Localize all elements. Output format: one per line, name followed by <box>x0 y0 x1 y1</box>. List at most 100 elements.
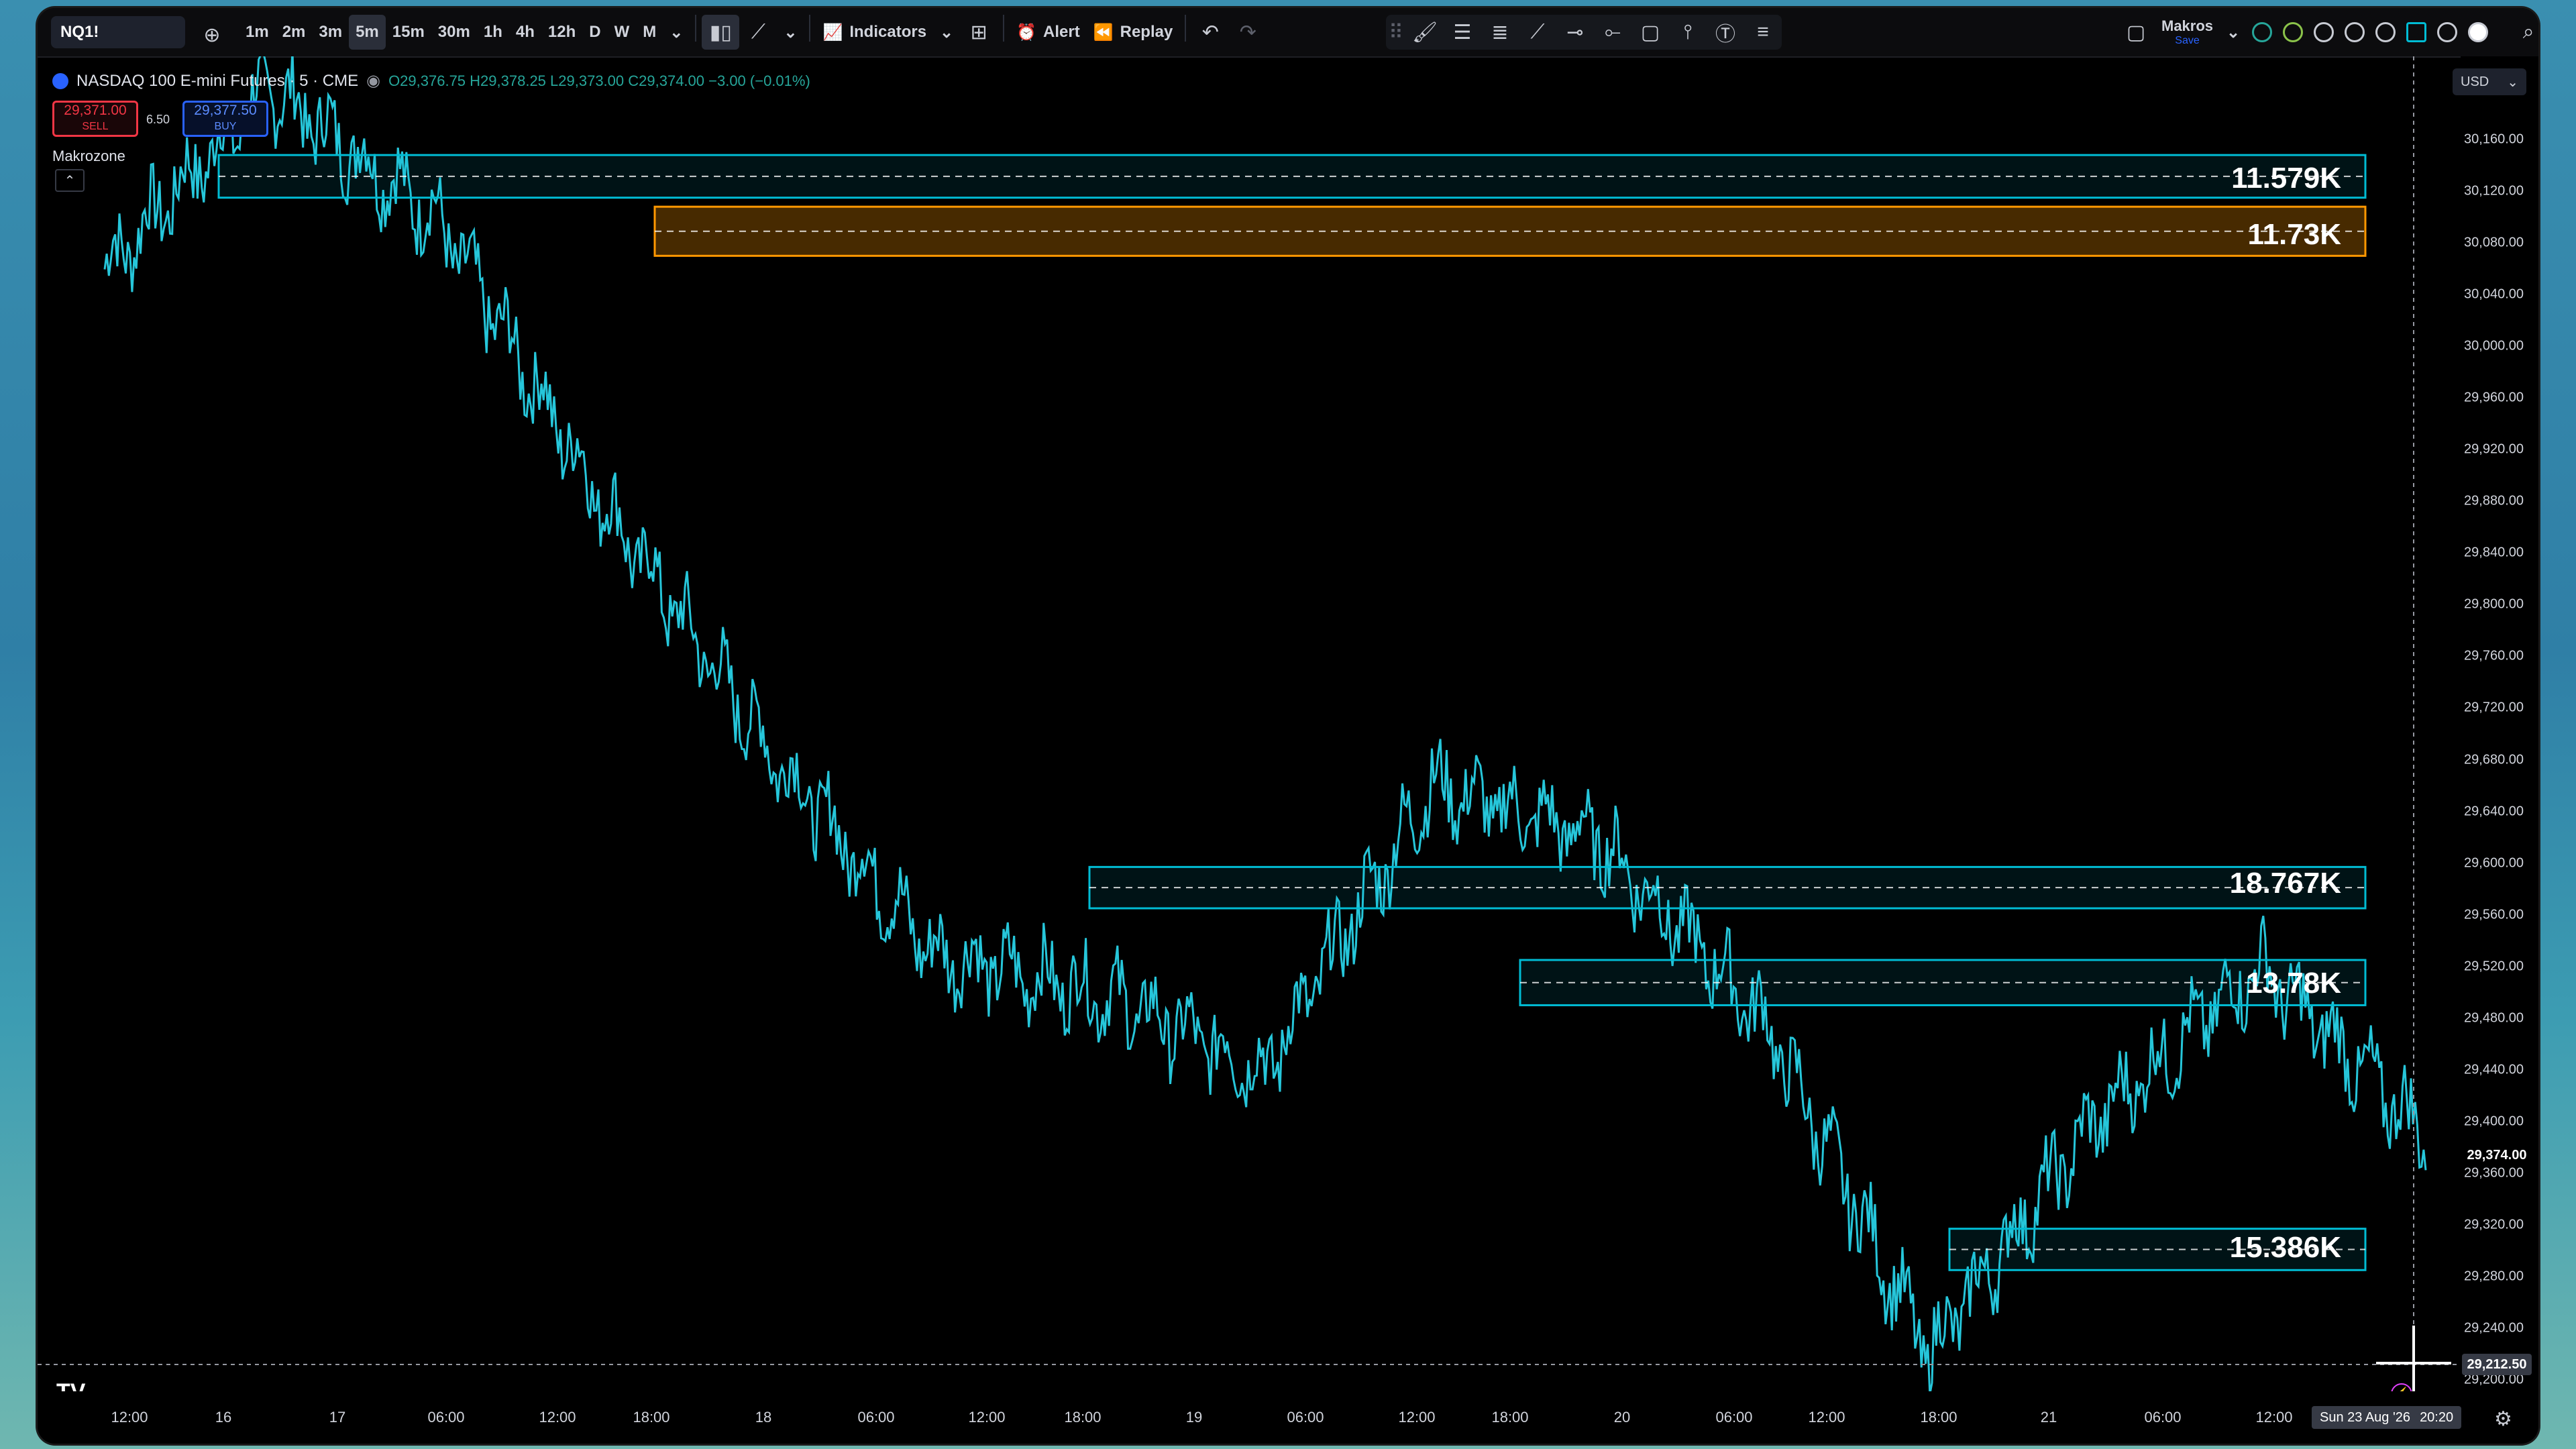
time-tick: 18 <box>755 1409 772 1426</box>
chevron-down-icon[interactable]: ⌄ <box>2220 15 2247 50</box>
layout-name-button[interactable]: Makros Save <box>2161 17 2213 47</box>
instrument-title[interactable]: NASDAQ 100 E-mini Futures · 5 · CME <box>76 72 358 91</box>
price-tick: 29,240.00 <box>2464 1320 2524 1336</box>
price-tick: 30,080.00 <box>2464 235 2524 250</box>
price-chart-canvas[interactable] <box>38 56 2461 1391</box>
sell-button[interactable]: 29,371.00 SELL <box>52 101 138 137</box>
price-tick: 29,440.00 <box>2464 1062 2524 1077</box>
symbol-search[interactable]: NQ1! <box>51 16 185 48</box>
fib-retracement-icon[interactable]: ☰ <box>1444 15 1481 50</box>
buy-price: 29,377.50 <box>194 103 257 118</box>
tf-m[interactable]: M <box>636 15 663 50</box>
visibility-eye-icon[interactable]: ◉ <box>366 71 380 91</box>
chevron-down-icon: ⌄ <box>2507 74 2518 90</box>
extension-icon-4[interactable] <box>2345 22 2365 42</box>
time-tick: 12:00 <box>111 1409 148 1426</box>
chevron-down-icon[interactable]: ⌄ <box>933 15 960 50</box>
chevron-down-icon[interactable]: ⌄ <box>777 15 804 50</box>
toolbar-divider <box>1003 15 1005 42</box>
rectangle-icon[interactable]: ▢ <box>1631 15 1669 50</box>
tf-5m[interactable]: 5m <box>349 15 386 50</box>
zone-rect-2 <box>1088 865 2367 910</box>
vertical-line-icon[interactable]: ⫯ <box>1669 15 1707 50</box>
rewind-icon: ⏪ <box>1093 23 1114 42</box>
extension-icon-3[interactable] <box>2314 22 2334 42</box>
tf-15m[interactable]: 15m <box>386 15 431 50</box>
sell-label: SELL <box>82 121 109 132</box>
time-tick: 19 <box>1185 1409 1203 1426</box>
line-chart-icon[interactable]: ⟋ <box>739 15 777 50</box>
zone-label-15386k: 15.386K <box>2229 1231 2341 1264</box>
replay-button[interactable]: ⏪ Replay <box>1087 15 1180 50</box>
tf-30m[interactable]: 30m <box>431 15 477 50</box>
price-tick: 29,280.00 <box>2464 1269 2524 1284</box>
tf-3m[interactable]: 3m <box>312 15 349 50</box>
extension-icon-1[interactable] <box>2252 22 2273 42</box>
tf-w[interactable]: W <box>608 15 637 50</box>
tf-2m[interactable]: 2m <box>276 15 313 50</box>
price-tick: 29,680.00 <box>2464 752 2524 767</box>
text-icon[interactable]: Ⓣ <box>1707 15 1744 50</box>
chevron-up-icon: ⌃ <box>64 173 76 189</box>
extension-icon-6[interactable] <box>2406 22 2427 42</box>
indicators-icon: 📈 <box>822 23 843 42</box>
extension-icon-2[interactable] <box>2283 22 2304 42</box>
alert-label: Alert <box>1043 23 1080 41</box>
horizontal-line-icon[interactable]: ⟜ <box>1594 15 1631 50</box>
price-tick: 30,040.00 <box>2464 286 2524 302</box>
settings-gear-icon[interactable]: ⚙ <box>2494 1407 2512 1431</box>
chart-pane[interactable]: 11.579K 11.73K 18.767K 13.78K 15.386K NA… <box>38 56 2538 1444</box>
extension-icon-7[interactable] <box>2437 22 2458 42</box>
redo-icon[interactable]: ↷ <box>1229 15 1267 50</box>
indicators-button[interactable]: 📈 Indicators <box>816 15 933 50</box>
exchange-logo-icon <box>52 72 68 89</box>
price-tick: 29,400.00 <box>2464 1114 2524 1129</box>
time-cursor-label: Sun 23 Aug '26 20:20 <box>2312 1406 2462 1429</box>
ohlc-values: O29,376.75 H29,378.25 L29,373.00 C29,374… <box>388 72 810 89</box>
tf-12h[interactable]: 12h <box>541 15 582 50</box>
chevron-down-icon[interactable]: ⌄ <box>663 15 690 50</box>
tf-1m[interactable]: 1m <box>239 15 276 50</box>
undo-icon[interactable]: ↶ <box>1191 15 1229 50</box>
candles-icon[interactable]: ▮▯ <box>702 15 740 50</box>
alert-button[interactable]: ⏰ Alert <box>1010 15 1087 50</box>
time-scale[interactable]: 12:00 16 17 06:00 12:00 18:00 18 06:00 12:00 18:0… <box>38 1391 2538 1444</box>
fib-extension-icon[interactable]: ≣ <box>1481 15 1519 50</box>
time-tick: 21 <box>2040 1409 2057 1426</box>
brush-icon[interactable]: 🖌 <box>1406 15 1444 50</box>
currency-label: USD <box>2461 74 2489 89</box>
price-tick: 29,320.00 <box>2464 1217 2524 1232</box>
layout-select-icon[interactable]: ▢ <box>2117 15 2155 50</box>
time-tick: 16 <box>215 1409 232 1426</box>
tf-1h[interactable]: 1h <box>477 15 509 50</box>
price-tick: 29,640.00 <box>2464 804 2524 819</box>
search-icon[interactable]: ⌕ <box>2510 15 2538 50</box>
tf-d[interactable]: D <box>582 15 607 50</box>
zone-label-1378k: 13.78K <box>2246 967 2341 1000</box>
drawing-toolbar: ⠿ 🖌 ☰ ≣ ⟋ ⊸ ⟜ ▢ ⫯ Ⓣ ≡ <box>1386 15 1782 50</box>
crosshair-price-label: 29,212.50 <box>2462 1354 2532 1375</box>
more-tools-icon[interactable]: ≡ <box>1744 15 1782 50</box>
collapse-legend-button[interactable]: ⌃ <box>55 169 85 192</box>
top-toolbar: NQ1! ⊕ 1m 2m 3m 5m 15m 30m 1h 4h 12h D W… <box>38 8 2538 58</box>
price-scale[interactable]: 30,160.00 30,120.00 30,080.00 30,040.00 30,0… <box>2461 56 2538 1391</box>
currency-select[interactable]: USD ⌄ <box>2453 68 2526 95</box>
time-tick: 12:00 <box>1398 1409 1436 1426</box>
extension-icon-5[interactable] <box>2375 22 2396 42</box>
price-tick: 29,880.00 <box>2464 493 2524 508</box>
indicator-name[interactable]: Makrozone <box>52 148 125 165</box>
compare-add-icon[interactable]: ⊕ <box>193 17 231 52</box>
horizontal-ray-icon[interactable]: ⊸ <box>1556 15 1594 50</box>
extension-icon-8[interactable] <box>2468 22 2489 42</box>
price-tick: 29,600.00 <box>2464 855 2524 871</box>
price-tick: 29,800.00 <box>2464 596 2524 612</box>
time-tick: 06:00 <box>427 1409 465 1426</box>
templates-grid-icon[interactable]: ⊞ <box>960 15 998 50</box>
drag-handle-icon[interactable]: ⠿ <box>1386 15 1406 50</box>
time-tick: 06:00 <box>2144 1409 2182 1426</box>
app-window: NQ1! ⊕ 1m 2m 3m 5m 15m 30m 1h 4h 12h D W… <box>38 8 2538 1444</box>
crosshair-cursor-h <box>2376 1362 2451 1364</box>
buy-button[interactable]: 29,377.50 BUY <box>182 101 268 137</box>
trend-line-icon[interactable]: ⟋ <box>1519 15 1556 50</box>
tf-4h[interactable]: 4h <box>509 15 541 50</box>
